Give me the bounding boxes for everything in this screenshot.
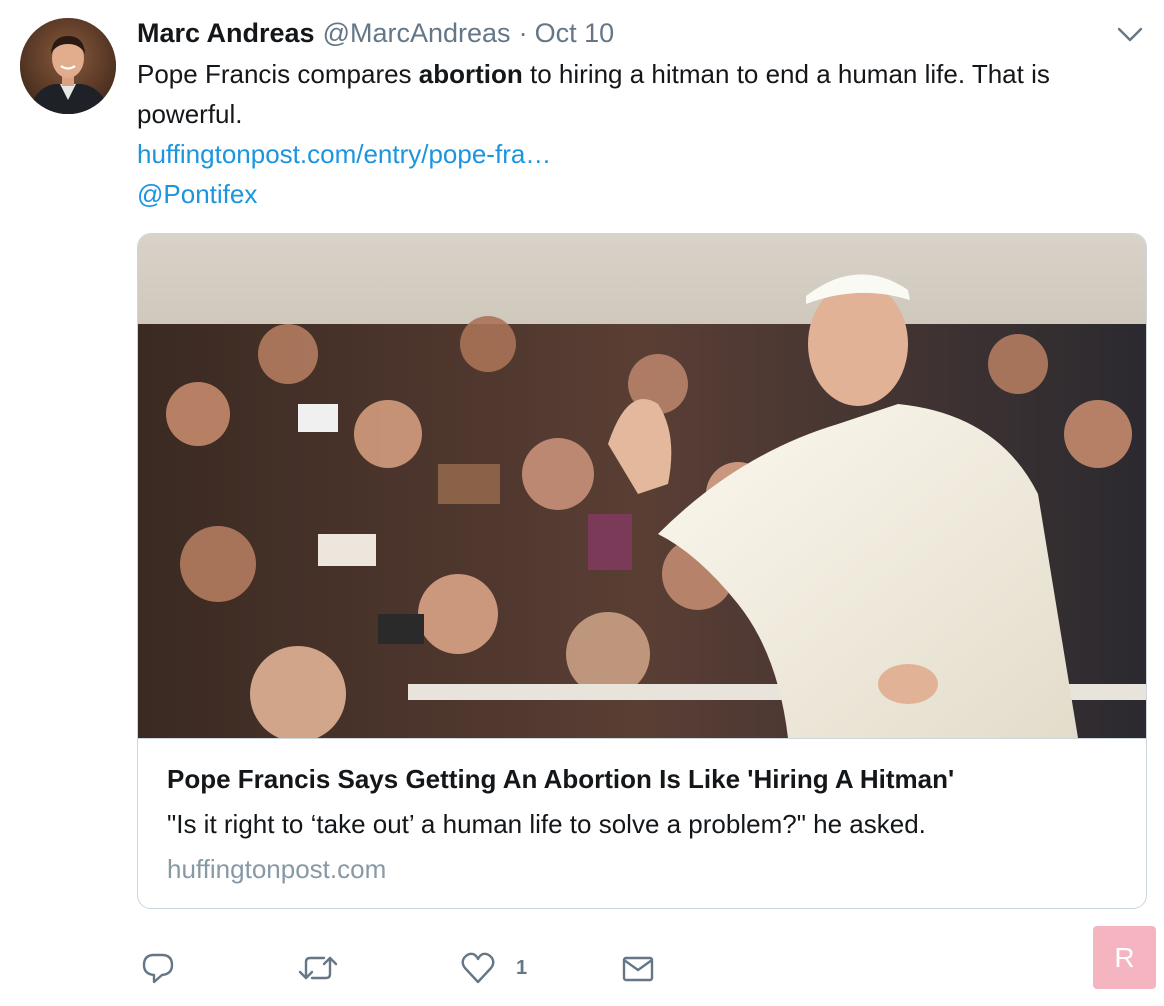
- card-domain: huffingtonpost.com: [167, 854, 387, 884]
- avatar-photo: [20, 18, 116, 114]
- link-preview-card[interactable]: Pope Francis Says Getting An Abortion Is…: [137, 233, 1147, 909]
- author-name[interactable]: Marc Andreas: [137, 18, 315, 49]
- reply-icon: [142, 953, 174, 984]
- card-title[interactable]: Pope Francis Says Getting An Abortion Is…: [167, 764, 954, 795]
- heart-icon: [461, 952, 495, 984]
- mention-link[interactable]: @Pontifex: [137, 174, 1137, 214]
- direct-message-button[interactable]: [620, 948, 656, 988]
- like-button[interactable]: 1: [460, 948, 527, 988]
- tweet-text-paragraph: Pope Francis compares abortion to hiring…: [137, 54, 1137, 134]
- envelope-icon: [622, 956, 654, 982]
- header-separator: ·: [518, 17, 528, 48]
- card-image[interactable]: [138, 234, 1146, 739]
- retweet-icon: [298, 956, 338, 980]
- card-photo: [138, 234, 1146, 738]
- author-avatar[interactable]: [20, 18, 116, 114]
- tweet-date[interactable]: Oct 10: [535, 18, 615, 49]
- reply-button[interactable]: [140, 948, 176, 988]
- tweet-text-start: Pope Francis compares: [137, 59, 419, 89]
- tweet[interactable]: Marc Andreas @MarcAndreas · Oct 10 Pope …: [0, 0, 1164, 1006]
- floating-r-badge[interactable]: R: [1093, 926, 1156, 989]
- tweet-header: Marc Andreas @MarcAndreas · Oct 10: [137, 14, 614, 52]
- retweet-button[interactable]: [298, 948, 338, 988]
- card-description: "Is it right to ‘take out’ a human life …: [167, 809, 926, 839]
- tweet-text: Pope Francis compares abortion to hiring…: [137, 54, 1137, 214]
- chevron-down-icon[interactable]: [1116, 22, 1144, 46]
- like-count: 1: [516, 956, 528, 979]
- tweet-text-bold: abortion: [418, 59, 523, 89]
- author-handle[interactable]: @MarcAndreas: [323, 18, 511, 49]
- tweet-url-link[interactable]: huffingtonpost.com/entry/pope-fra…: [137, 134, 1137, 174]
